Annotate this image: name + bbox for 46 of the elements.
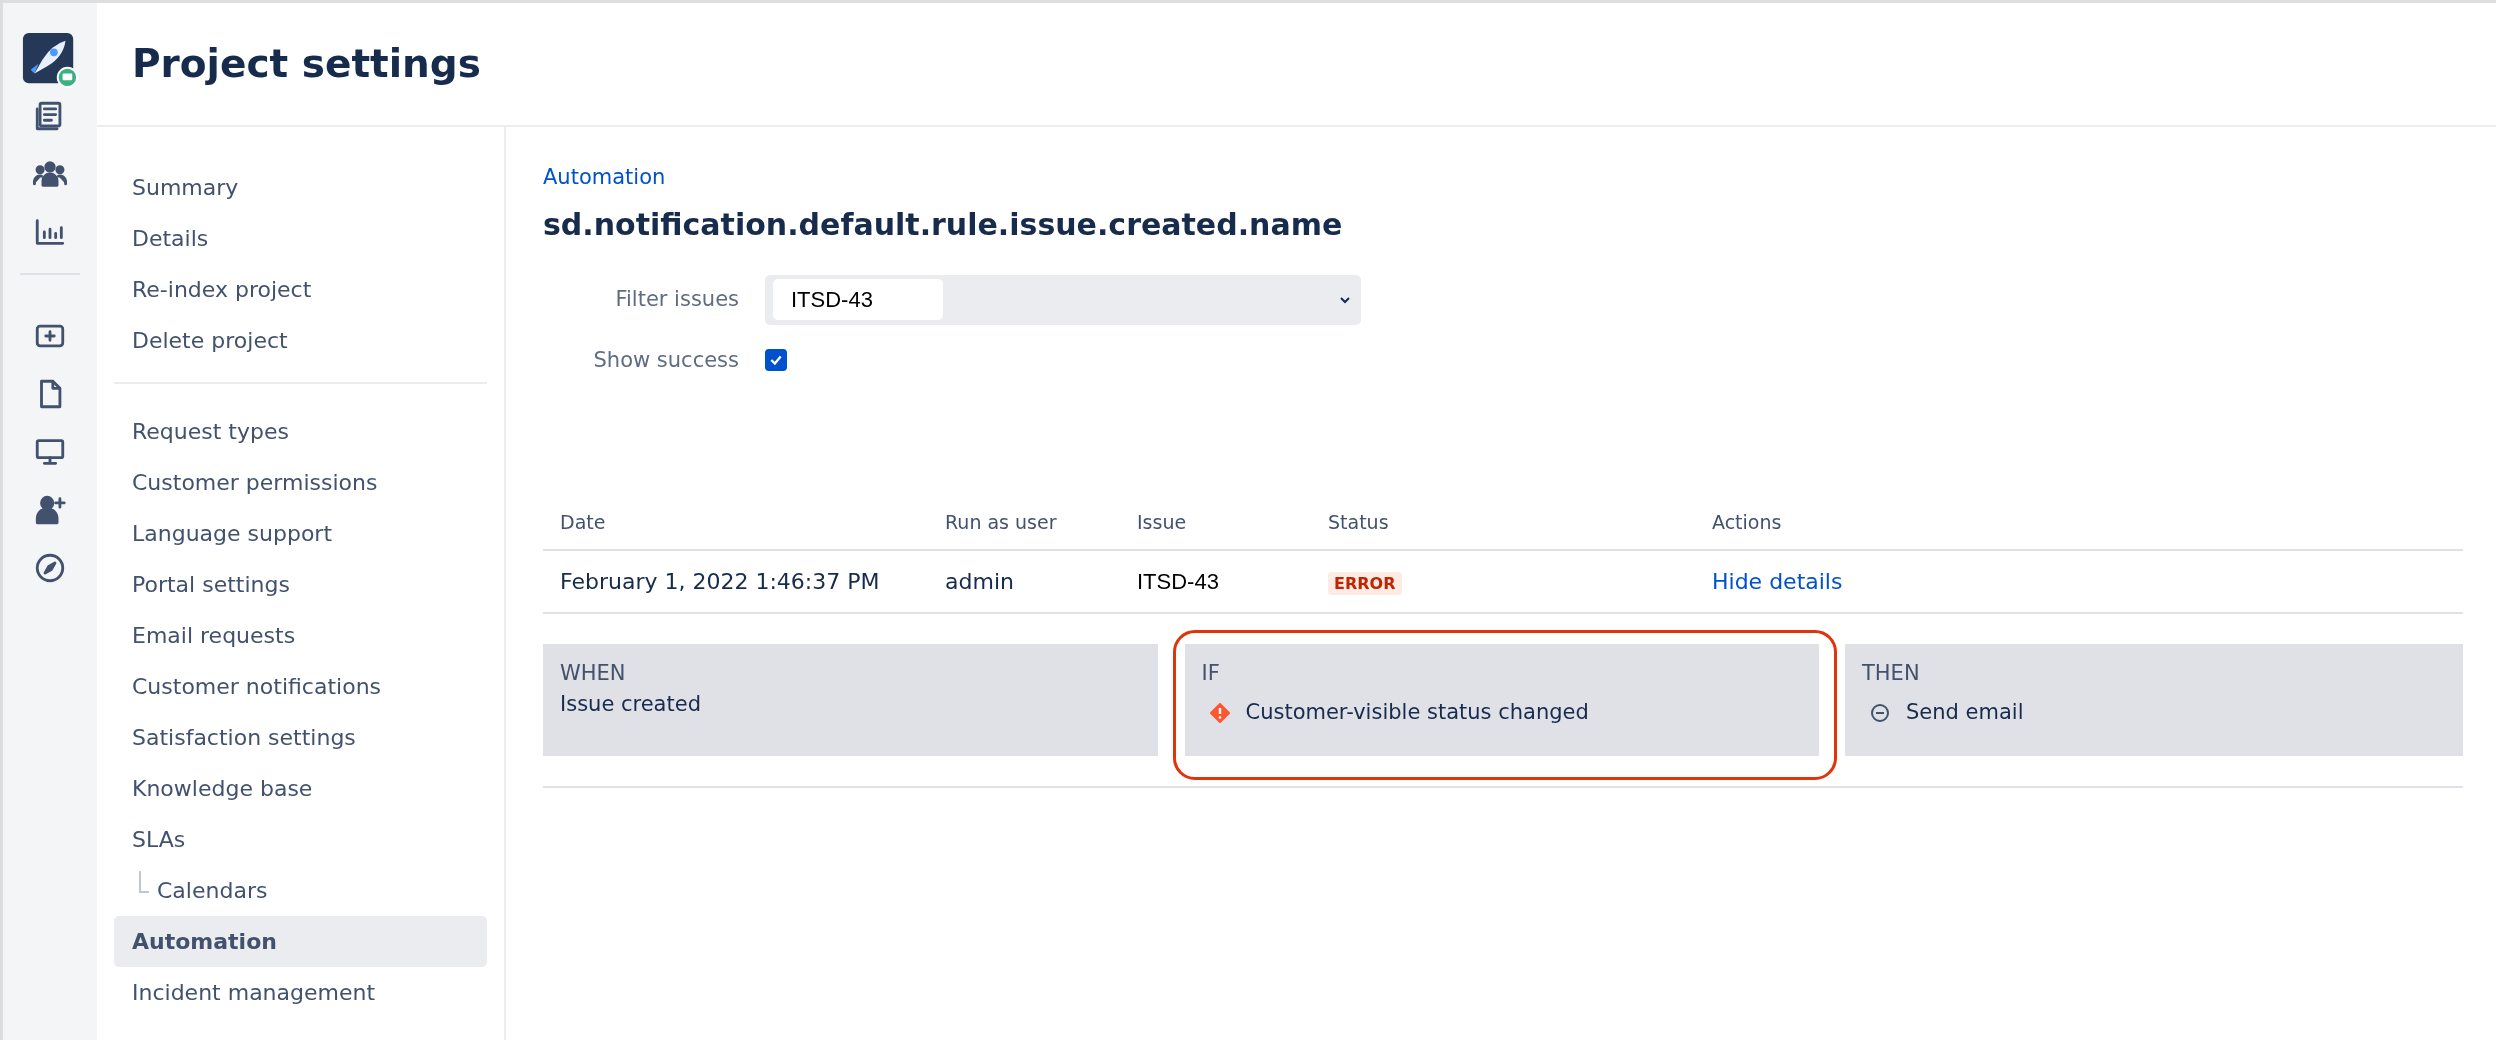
sidebar-item[interactable]: Delete project: [114, 315, 487, 366]
column-header: Status: [1311, 496, 1695, 550]
sidebar-item[interactable]: Email requests: [114, 610, 487, 661]
person-add-icon[interactable]: [33, 493, 67, 527]
compass-icon[interactable]: [33, 551, 67, 585]
sidebar-item[interactable]: Calendars: [157, 865, 487, 916]
status-lozenge: ERROR: [1328, 571, 1402, 595]
sidebar-item[interactable]: Summary: [114, 162, 487, 213]
rule-title: sd.notification.default.rule.issue.created.name: [543, 205, 1344, 244]
sidebar-item[interactable]: Customer permissions: [114, 457, 487, 508]
table-cell: ITSD-43: [1120, 549, 1311, 613]
checkbox[interactable]: [765, 349, 787, 372]
column-header: Date: [543, 496, 928, 550]
sidebar-item[interactable]: Incident management: [114, 967, 487, 1018]
field-label: Filter issues: [614, 285, 740, 313]
breadcrumb-link[interactable]: Automation: [543, 165, 666, 189]
rule-step: Issue created: [560, 689, 701, 721]
sidebar-item[interactable]: Knowledge base: [114, 763, 487, 814]
sidebar-item[interactable]: Details: [114, 213, 487, 264]
rule-step: Send email: [1906, 697, 2024, 729]
tree-line: [139, 871, 149, 893]
rule-step: Customer-visible status changed: [1245, 697, 1589, 729]
sidebar-item[interactable]: Request types: [114, 406, 487, 457]
table-cell: February 1, 2022 1:46:37 PM: [543, 549, 928, 613]
filter-select[interactable]: ITSD-43: [765, 274, 1361, 325]
sidebar-item[interactable]: Language support: [114, 508, 487, 559]
panel-label: WHEN: [560, 659, 627, 687]
page-title: Project settings: [132, 39, 481, 88]
check-icon: [769, 353, 783, 368]
panel-label: IF: [1201, 659, 1221, 687]
sidebar-item[interactable]: Portal settings: [114, 559, 487, 610]
sidebar-item[interactable]: SLAs: [114, 814, 487, 865]
sidebar-item[interactable]: Satisfaction settings: [114, 712, 487, 763]
column-header: Actions: [1695, 496, 2463, 550]
sidebar-item[interactable]: Automation: [114, 916, 487, 967]
minus-circle-icon: [1870, 702, 1890, 723]
sidebar-item[interactable]: Customer notifications: [114, 661, 487, 712]
table-cell: admin: [928, 549, 1120, 613]
rocket-logo-icon[interactable]: [21, 31, 79, 89]
panel-label: THEN: [1862, 659, 1921, 687]
column-header: Issue: [1120, 496, 1311, 550]
checkbox-label: Show success: [592, 346, 740, 374]
sidebar-item[interactable]: Re-index project: [114, 264, 487, 315]
column-header: Run as user: [928, 496, 1120, 550]
hide-details-link[interactable]: Hide details: [1712, 568, 1843, 594]
error-icon: [1209, 702, 1230, 723]
